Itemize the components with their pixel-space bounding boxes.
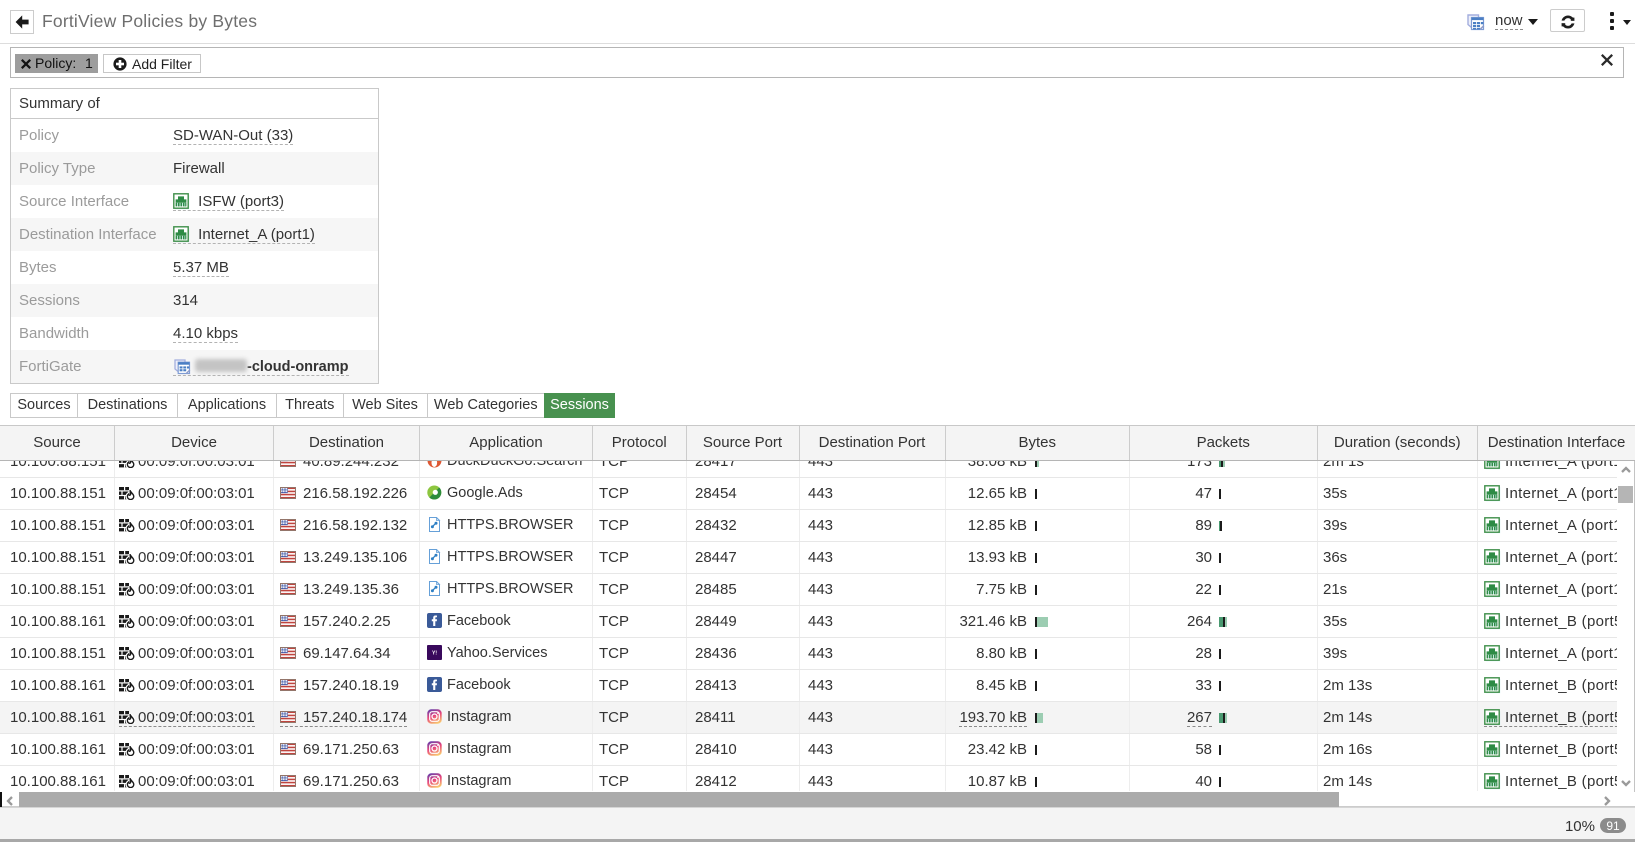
svg-text:Y!: Y! xyxy=(432,651,437,657)
